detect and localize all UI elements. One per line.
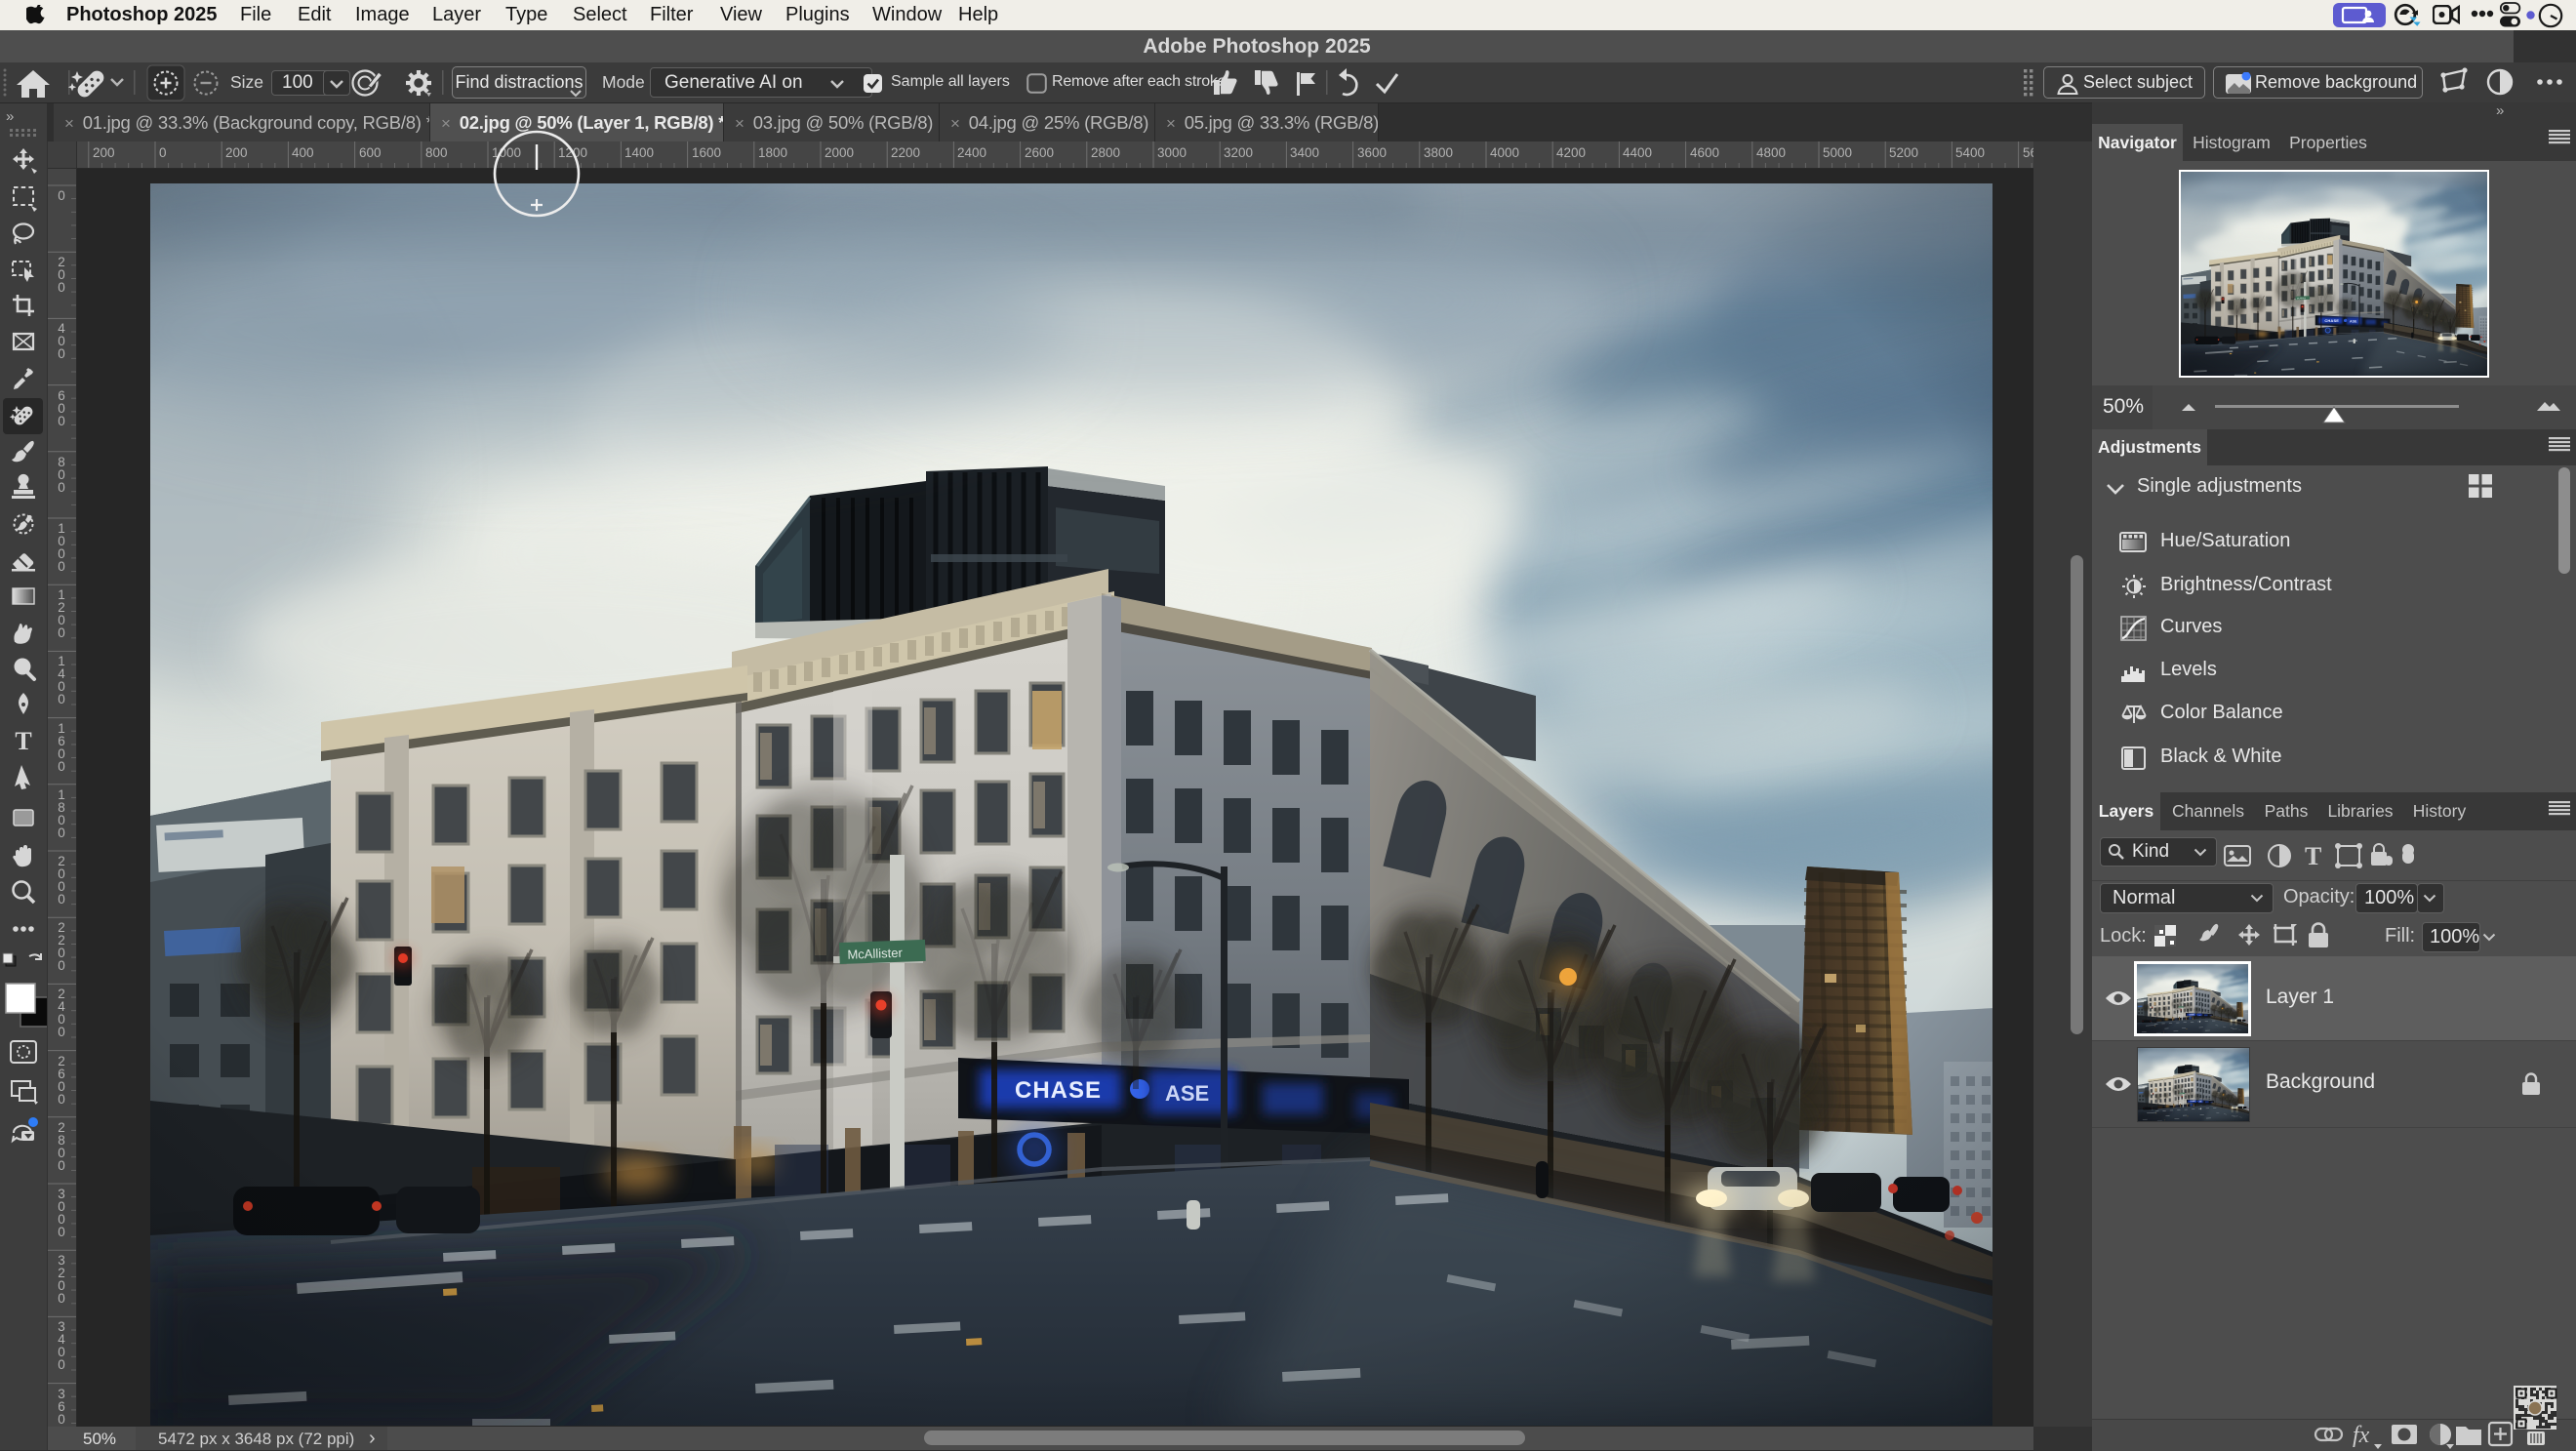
svg-text:»: » (6, 108, 14, 125)
svg-text:fx: fx (2353, 1423, 2370, 1448)
svg-text:T: T (15, 727, 31, 755)
svg-text:T: T (2305, 842, 2321, 870)
